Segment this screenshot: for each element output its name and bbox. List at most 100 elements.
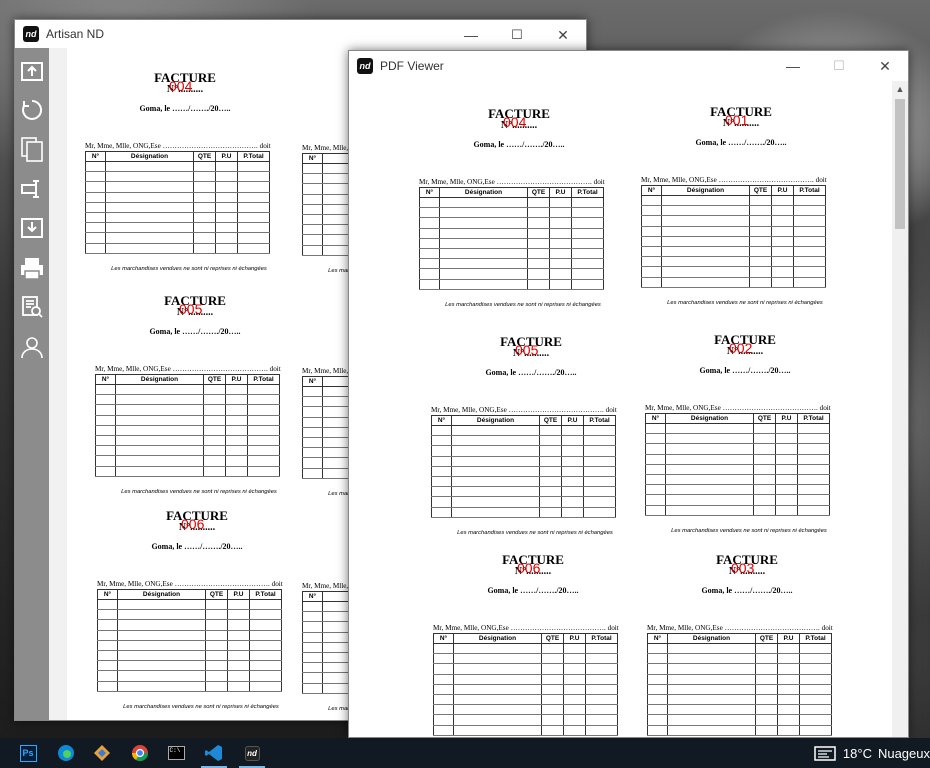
table-row [85, 222, 270, 234]
artisan-nd-icon[interactable]: nd [239, 741, 265, 768]
table-cell [302, 601, 323, 613]
table-cell [451, 496, 540, 508]
table-cell [95, 394, 116, 406]
table-cell [755, 663, 778, 675]
table-cell [193, 192, 216, 203]
download-icon[interactable] [17, 213, 47, 243]
vscode-icon[interactable] [201, 741, 227, 768]
table-cell [549, 258, 572, 270]
maximize-button[interactable]: ☐ [494, 20, 540, 50]
table-cell [641, 205, 662, 217]
edge-icon[interactable] [54, 741, 78, 765]
table-row [647, 694, 832, 706]
table-cell [451, 466, 540, 477]
photoshop-icon[interactable]: Ps [16, 741, 40, 765]
pdf-page[interactable]: FACTURE N°.......... 004 Goma, le ……/……./20… [349, 81, 892, 737]
table-cell [549, 217, 572, 229]
table-cell [775, 433, 798, 445]
table-cell [753, 494, 776, 506]
table-cell [105, 243, 194, 254]
table-cell [85, 232, 106, 244]
table-cell [302, 621, 323, 633]
invoice: FACTURE N°.......... 003 Goma, le ……/……./20… [647, 552, 857, 737]
invoice-number: 002 [729, 340, 753, 356]
table-header-cell: N° [85, 151, 106, 162]
table-row [431, 486, 616, 498]
table-cell [797, 423, 830, 435]
table-cell [755, 725, 778, 736]
pdf-titlebar[interactable]: nd PDF Viewer — ☐ ✕ [349, 51, 908, 81]
table-cell [753, 433, 776, 445]
table-cell [753, 484, 776, 496]
close-button[interactable]: ✕ [540, 20, 586, 50]
table-cell [561, 425, 584, 437]
table-cell [549, 268, 572, 280]
table-row [433, 694, 618, 706]
table-cell [95, 466, 116, 477]
table-cell [563, 653, 586, 665]
table-cell [563, 684, 586, 695]
table-cell [249, 640, 282, 651]
table-cell [797, 494, 830, 506]
table-header-cell: QTE [541, 633, 564, 644]
table-cell [527, 279, 550, 290]
weather-text[interactable]: Nuageux [878, 746, 930, 761]
table-cell [225, 425, 248, 436]
table-row [419, 279, 604, 290]
table-cell [453, 674, 542, 685]
table-cell [771, 277, 794, 288]
table-cell [451, 445, 540, 457]
table-cell [665, 423, 754, 435]
table-cell [237, 232, 270, 244]
table-cell [585, 653, 618, 665]
invoice-date: Goma, le ……/……./20….. [701, 586, 793, 595]
minimize-button[interactable]: — [448, 20, 494, 50]
user-icon[interactable] [17, 332, 47, 362]
chrome-icon[interactable] [128, 741, 152, 765]
weather-icon[interactable] [814, 745, 836, 761]
table-row [641, 226, 826, 237]
preview-icon[interactable] [17, 292, 47, 322]
maximize-button[interactable]: ☐ [816, 51, 862, 81]
minimize-button[interactable]: — [770, 51, 816, 81]
table-row [97, 630, 282, 641]
scrollbar-thumb[interactable] [895, 99, 905, 229]
table-cell [247, 455, 280, 467]
temperature[interactable]: 18°C [843, 746, 872, 761]
table-cell [777, 684, 800, 695]
table-row [641, 256, 826, 268]
table-cell [749, 226, 772, 237]
artisan-titlebar[interactable]: nd Artisan ND — ☐ ✕ [15, 20, 586, 48]
table-header-cell: QTE [753, 413, 776, 424]
rename-icon[interactable] [17, 174, 47, 204]
table-row [97, 681, 282, 692]
upload-icon[interactable] [17, 56, 47, 86]
table-cell [793, 277, 826, 288]
table-cell [775, 484, 798, 496]
invoice-number: 003 [731, 560, 755, 576]
table-cell [193, 161, 216, 173]
invoice-date: Goma, le ……/……./20….. [699, 366, 791, 375]
table-cell [453, 704, 542, 716]
copy-icon[interactable] [17, 134, 47, 164]
table-cell [549, 207, 572, 219]
table-cell [431, 476, 452, 488]
scroll-up-icon[interactable]: ▲ [892, 81, 908, 97]
table-header-cell: QTE [539, 415, 562, 426]
table-cell [749, 236, 772, 247]
table-cell [205, 609, 228, 621]
table-row [95, 394, 280, 406]
close-button[interactable]: ✕ [862, 51, 908, 81]
vertical-scrollbar[interactable]: ▲ [892, 81, 908, 737]
table-header-cell: P.U [777, 633, 800, 644]
table-cell [302, 417, 323, 428]
table-row [645, 454, 830, 465]
table-row [431, 425, 616, 437]
terminal-icon[interactable]: C:\ [164, 741, 188, 765]
git-icon[interactable] [90, 741, 114, 765]
table-cell [541, 694, 564, 706]
table-cell [115, 384, 204, 396]
refresh-icon[interactable] [17, 95, 47, 125]
table-cell [95, 384, 116, 396]
print-icon[interactable] [17, 253, 47, 283]
